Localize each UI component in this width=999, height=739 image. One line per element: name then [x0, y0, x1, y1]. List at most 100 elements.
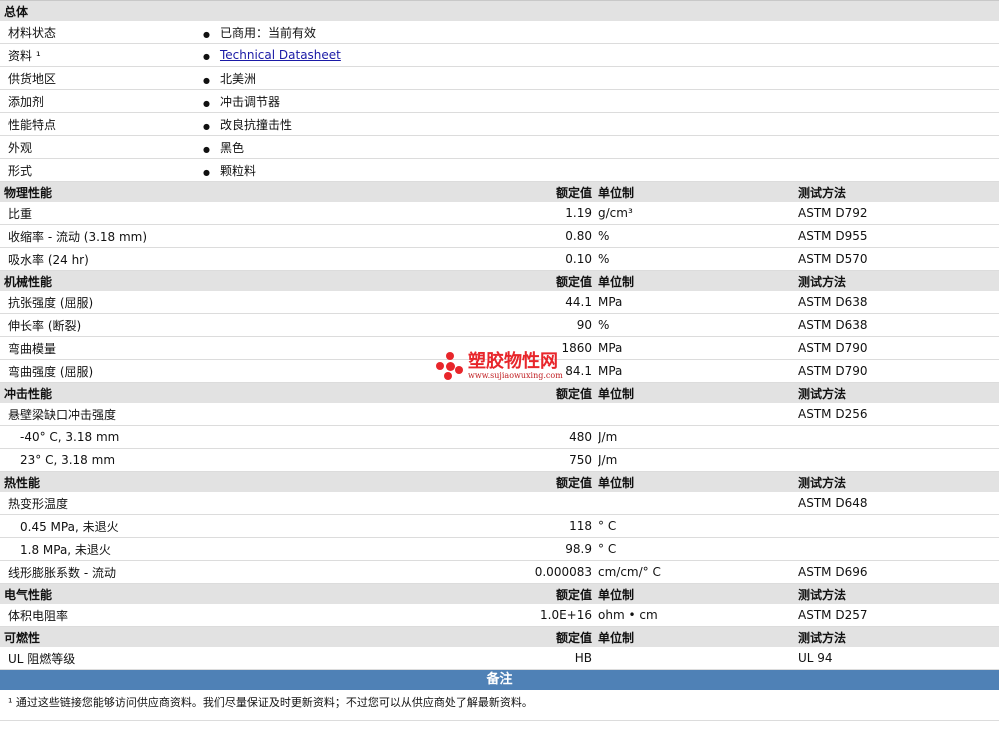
- property-value: 98.9: [530, 537, 598, 561]
- general-value-cell: ● 黑色: [200, 135, 999, 159]
- property-value: HB: [530, 647, 598, 670]
- property-value: 1.19: [530, 202, 598, 225]
- property-unit: [598, 403, 798, 426]
- column-header-unit: 单位制: [598, 626, 798, 647]
- property-label: 收缩率 - 流动 (3.18 mm): [0, 224, 530, 248]
- property-unit: [598, 647, 798, 670]
- property-value: 480: [530, 425, 598, 449]
- property-method: ASTM D257: [798, 604, 999, 627]
- general-value: 改良抗撞击性: [219, 117, 292, 132]
- property-row: UL 阻燃等级 HB UL 94: [0, 647, 999, 670]
- property-label: -40° C, 3.18 mm: [0, 425, 530, 449]
- property-unit: J/m: [598, 448, 798, 472]
- general-value: 已商用：当前有效: [219, 25, 316, 40]
- column-header-value: 额定值: [530, 181, 598, 202]
- property-method: ASTM D256: [798, 403, 999, 426]
- general-label: 性能特点: [0, 112, 200, 136]
- property-label: 线形膨胀系数 - 流动: [0, 560, 530, 584]
- property-unit: ° C: [598, 514, 798, 538]
- property-unit: J/m: [598, 425, 798, 449]
- property-value: 750: [530, 448, 598, 472]
- property-unit: %: [598, 224, 798, 248]
- property-method: [798, 537, 999, 561]
- property-method: [798, 514, 999, 538]
- property-row: 线形膨胀系数 - 流动 0.000083 cm/cm/° C ASTM D696: [0, 560, 999, 584]
- property-row: 0.45 MPa, 未退火 118 ° C: [0, 514, 999, 538]
- property-row: 悬壁梁缺口冲击强度 ASTM D256: [0, 403, 999, 426]
- column-header-unit: 单位制: [598, 181, 798, 202]
- section-header: 热性能 额定值 单位制 测试方法: [0, 471, 999, 492]
- property-method: ASTM D648: [798, 492, 999, 515]
- property-unit: g/cm³: [598, 202, 798, 225]
- general-row: 材料状态 ● 已商用：当前有效: [0, 21, 999, 44]
- bullet-icon: ●: [203, 75, 210, 85]
- general-value: 冲击调节器: [219, 94, 280, 109]
- property-method: [798, 448, 999, 472]
- property-label: 伸长率 (断裂): [0, 313, 530, 337]
- general-value-cell: ● 北美洲: [200, 66, 999, 90]
- general-label: 外观: [0, 135, 200, 159]
- general-value: 黑色: [219, 140, 244, 155]
- general-value-cell: ● 改良抗撞击性: [200, 112, 999, 136]
- property-label: 热变形温度: [0, 492, 530, 515]
- property-method: ASTM D696: [798, 560, 999, 584]
- general-row: 性能特点 ● 改良抗撞击性: [0, 112, 999, 136]
- property-label: UL 阻燃等级: [0, 647, 530, 670]
- watermark-logo: 塑胶物性网 www.sujiaowuxing.com: [436, 352, 563, 380]
- property-value: 0.80: [530, 224, 598, 248]
- property-value: 90: [530, 313, 598, 337]
- property-unit: %: [598, 247, 798, 271]
- property-row: -40° C, 3.18 mm 480 J/m: [0, 425, 999, 449]
- property-label: 0.45 MPa, 未退火: [0, 514, 530, 538]
- general-row: 资料 ¹ ● Technical Datasheet: [0, 43, 999, 67]
- property-row: 1.8 MPa, 未退火 98.9 ° C: [0, 537, 999, 561]
- general-value-cell: ● 冲击调节器: [200, 89, 999, 113]
- column-header-value: 额定值: [530, 583, 598, 604]
- property-label: 1.8 MPa, 未退火: [0, 537, 530, 561]
- section-header: 冲击性能 额定值 单位制 测试方法: [0, 382, 999, 403]
- bullet-icon: ●: [203, 167, 210, 177]
- section-title: 机械性能: [0, 270, 530, 291]
- section-title: 冲击性能: [0, 382, 530, 403]
- section-header: 电气性能 额定值 单位制 测试方法: [0, 583, 999, 604]
- property-unit: ° C: [598, 537, 798, 561]
- general-label: 材料状态: [0, 21, 200, 44]
- general-label: 资料 ¹: [0, 43, 200, 67]
- column-header-unit: 单位制: [598, 270, 798, 291]
- general-value-cell: ● 已商用：当前有效: [200, 21, 999, 44]
- property-method: ASTM D792: [798, 202, 999, 225]
- column-header-method: 测试方法: [798, 181, 999, 202]
- section-title-general: 总体: [0, 0, 999, 21]
- general-row: 外观 ● 黑色: [0, 135, 999, 159]
- property-unit: ohm • cm: [598, 604, 798, 627]
- column-header-method: 测试方法: [798, 626, 999, 647]
- notes-text: ¹ 通过这些链接您能够访问供应商资料。我们尽量保证及时更新资料；不过您可以从供应…: [0, 690, 999, 721]
- section-header: 机械性能 额定值 单位制 测试方法: [0, 270, 999, 291]
- property-row: 23° C, 3.18 mm 750 J/m: [0, 448, 999, 472]
- property-method: UL 94: [798, 647, 999, 670]
- property-value: 1.0E+16: [530, 604, 598, 627]
- general-label: 供货地区: [0, 66, 200, 90]
- property-label: 体积电阻率: [0, 604, 530, 627]
- property-label: 吸水率 (24 hr): [0, 247, 530, 271]
- property-method: ASTM D638: [798, 291, 999, 314]
- property-value: [530, 492, 598, 515]
- property-row: 吸水率 (24 hr) 0.10% ASTM D570: [0, 247, 999, 271]
- property-row: 抗张强度 (屈服) 44.1 MPa ASTM D638: [0, 291, 999, 314]
- property-unit: MPa: [598, 336, 798, 360]
- column-header-method: 测试方法: [798, 471, 999, 492]
- column-header-value: 额定值: [530, 382, 598, 403]
- property-unit: cm/cm/° C: [598, 560, 798, 584]
- column-header-value: 额定值: [530, 471, 598, 492]
- property-label: 悬壁梁缺口冲击强度: [0, 403, 530, 426]
- section-title: 物理性能: [0, 181, 530, 202]
- property-value: [530, 403, 598, 426]
- general-value: 北美洲: [219, 71, 256, 86]
- watermark-url: www.sujiaowuxing.com: [468, 370, 563, 380]
- watermark-dots-icon: [436, 352, 464, 380]
- datasheet-link[interactable]: Technical Datasheet: [220, 48, 341, 62]
- property-value: 118: [530, 514, 598, 538]
- property-row: 比重 1.19 g/cm³ ASTM D792: [0, 202, 999, 225]
- column-header-value: 额定值: [530, 270, 598, 291]
- general-value-cell: ● Technical Datasheet: [200, 43, 999, 67]
